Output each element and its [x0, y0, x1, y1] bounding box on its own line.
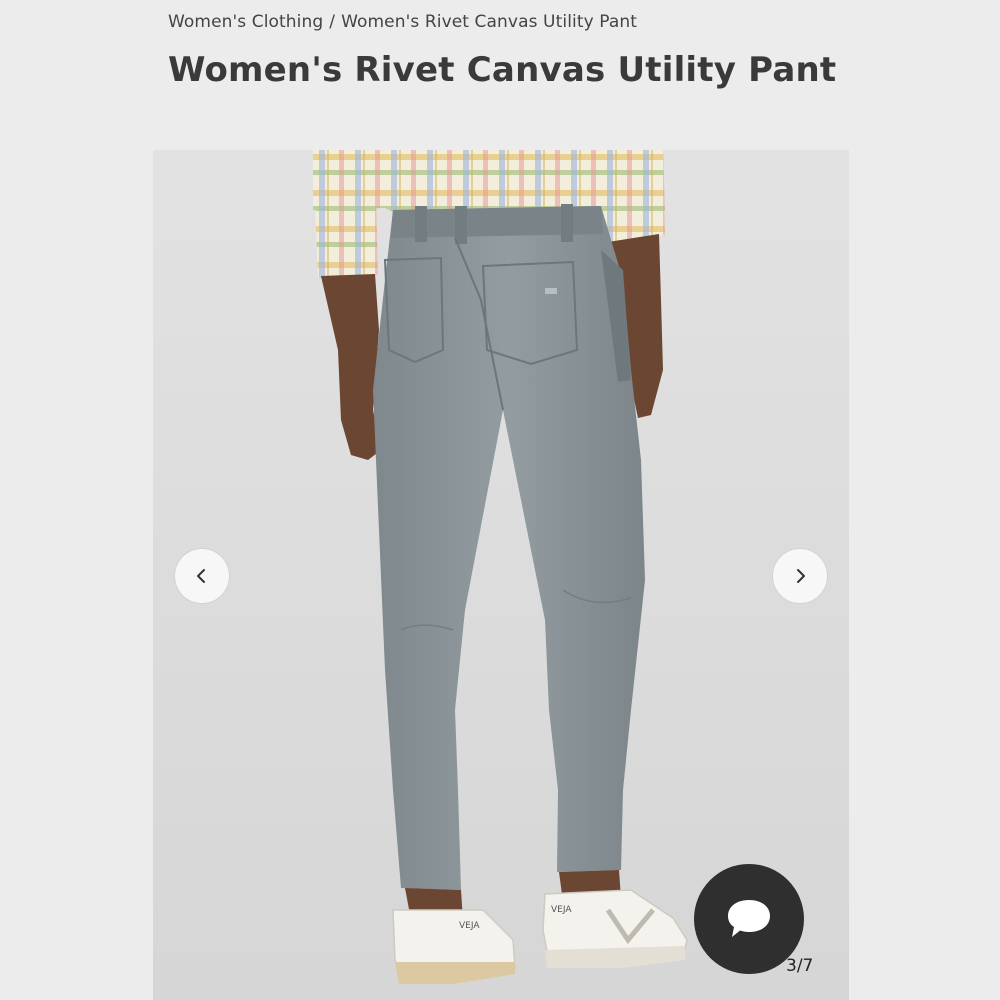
- shoe-label: VEJA: [459, 921, 480, 931]
- next-image-button[interactable]: [772, 548, 828, 604]
- breadcrumb: Women's Clothing / Women's Rivet Canvas Ut…: [168, 12, 637, 32]
- shoe-label-right: VEJA: [551, 905, 572, 915]
- breadcrumb-current: Women's Rivet Canvas Utility Pant: [341, 12, 638, 32]
- chat-bubble-icon: [728, 900, 770, 937]
- chevron-right-icon: [797, 569, 805, 583]
- chevron-left-icon: [197, 569, 205, 583]
- breadcrumb-link-womens-clothing[interactable]: Women's Clothing: [168, 12, 323, 32]
- image-counter: 3/7: [786, 956, 814, 976]
- breadcrumb-separator: /: [329, 12, 336, 32]
- page-title: Women's Rivet Canvas Utility Pant: [168, 50, 837, 90]
- previous-image-button[interactable]: [174, 548, 230, 604]
